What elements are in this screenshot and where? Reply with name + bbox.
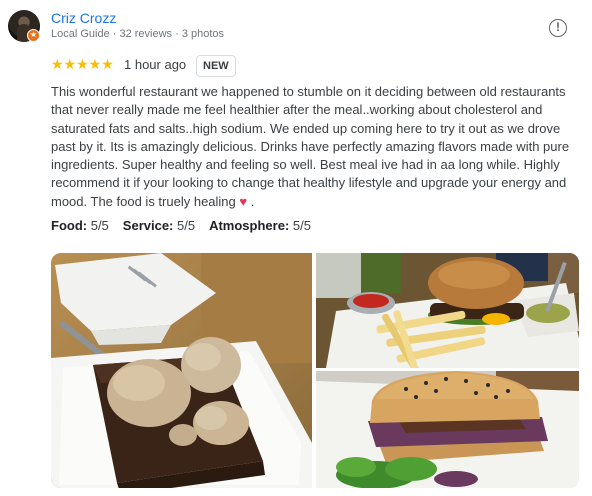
brownie-photo-art [51,253,312,488]
attr-atmosphere-label: Atmosphere: [209,218,290,233]
brownie-with-ice-cream-photo[interactable] [51,253,312,488]
review-card: ★ Criz Crozz Local Guide · 32 reviews · … [0,0,592,496]
sandwich-with-salad-photo[interactable] [316,371,579,488]
rating-stars: ★★★★★ [51,56,114,72]
sandwich-photo-art [316,371,579,488]
report-icon[interactable]: ! [549,19,567,37]
review-text-body: This wonderful restaurant we happened to… [51,84,570,209]
burger-photo-art [316,253,579,368]
local-guide-badge-icon: ★ [27,29,40,42]
heart-icon: ♥ [239,193,248,209]
attr-atmosphere-value: 5/5 [292,218,311,233]
review-time: 1 hour ago [124,57,187,72]
author-name[interactable]: Criz Crozz [51,10,116,26]
new-badge: NEW [196,55,236,77]
author-meta: Local Guide · 32 reviews · 3 photos [51,28,225,40]
burger-and-fries-photo[interactable] [316,253,579,368]
attr-food-label: Food: [51,218,88,233]
review-text-end: . [250,193,255,209]
attr-service-value: 5/5 [177,218,196,233]
review-attributes: Food: 5/5 Service: 5/5 Atmosphere: 5/5 [51,218,311,233]
review-text: This wonderful restaurant we happened to… [51,83,587,211]
attr-service-label: Service: [122,218,174,233]
attr-food-value: 5/5 [90,218,109,233]
